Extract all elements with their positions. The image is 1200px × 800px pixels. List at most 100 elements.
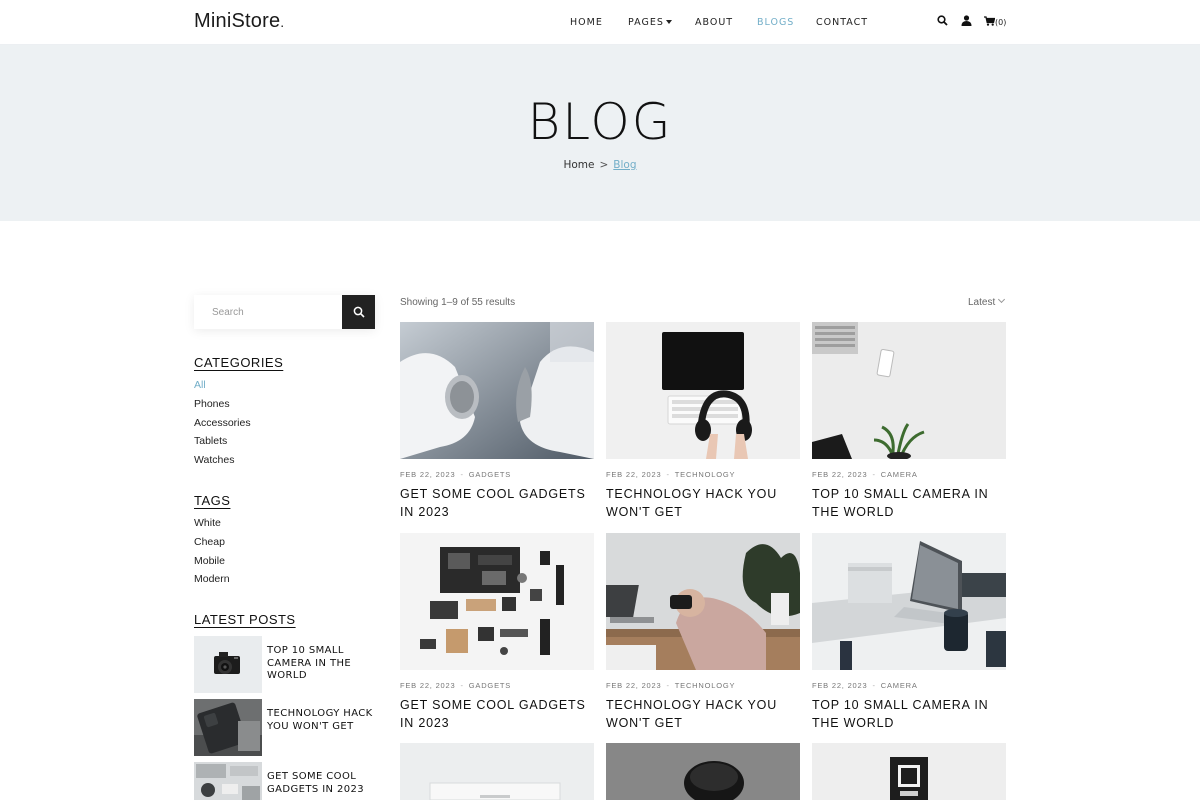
category-item-phones[interactable]: Phones [194,395,251,414]
meta-separator: - [666,681,670,690]
latest-post-thumbnail[interactable] [194,699,262,756]
blog-card-image[interactable] [400,322,594,459]
tags-list: White Cheap Mobile Modern [194,514,230,589]
page-title: BLOG [527,93,673,151]
nav-blogs[interactable]: BLOGS [757,17,794,28]
blog-card: FEB 22, 2023- TECHNOLOGY TECHNOLOGY HACK … [606,533,800,732]
blog-card-title[interactable]: TOP 10 SMALL CAMERA IN THE WORLD [812,485,1006,521]
blog-card-image[interactable] [606,533,800,670]
chevron-down-icon [998,295,1006,304]
tag-item-white[interactable]: White [194,514,230,533]
blog-card-date: FEB 22, 2023 [400,681,456,690]
blog-card-meta: FEB 22, 2023- GADGETS [400,681,594,690]
blog-card [606,743,800,800]
tag-item-cheap[interactable]: Cheap [194,533,230,552]
blog-card-date: FEB 22, 2023 [812,470,868,479]
category-item-watches[interactable]: Watches [194,451,251,470]
category-item-accessories[interactable]: Accessories [194,414,251,433]
meta-separator: - [872,470,876,479]
caret-down-icon [665,20,672,24]
search-box [194,295,375,329]
user-icon[interactable] [961,15,972,26]
breadcrumb-current[interactable]: Blog [613,159,636,171]
blog-card-category[interactable]: GADGETS [469,470,511,479]
sort-label: Latest [968,297,996,308]
blog-card-category[interactable]: TECHNOLOGY [675,470,736,479]
blog-card-image[interactable] [400,533,594,670]
search-icon[interactable] [937,15,948,26]
cart-icon [984,16,995,26]
category-item-tablets[interactable]: Tablets [194,432,251,451]
breadcrumb-home[interactable]: Home [563,159,594,171]
latest-post-title[interactable]: TECHNOLOGY HACK YOU WON'T GET [267,708,377,733]
blog-card-meta: FEB 22, 2023- TECHNOLOGY [606,681,800,690]
blog-card: FEB 22, 2023- TECHNOLOGY TECHNOLOGY HACK … [606,322,800,521]
latest-post-title[interactable]: GET SOME COOL GADGETS IN 2023 [267,771,377,796]
blog-card-category[interactable]: CAMERA [881,681,918,690]
breadcrumb-separator: > [599,159,609,171]
blog-card-title[interactable]: GET SOME COOL GADGETS IN 2023 [400,485,594,521]
latest-post-thumbnail[interactable] [194,636,262,693]
meta-separator: - [666,470,670,479]
categories-list: All Phones Accessories Tablets Watches [194,376,251,470]
nav-pages-label: PAGES [628,17,664,28]
blog-card-date: FEB 22, 2023 [812,681,868,690]
blog-card: FEB 22, 2023- GADGETS GET SOME COOL GADGE… [400,322,594,521]
results-count: Showing 1–9 of 55 results [400,297,516,308]
blog-card-meta: FEB 22, 2023- GADGETS [400,470,594,479]
blog-card-meta: FEB 22, 2023- CAMERA [812,681,1006,690]
blog-card-title[interactable]: GET SOME COOL GADGETS IN 2023 [400,696,594,732]
tags-heading: TAGS [194,493,231,508]
latest-post-thumbnail[interactable] [194,762,262,800]
cart-button[interactable]: (0) [984,15,1012,27]
blog-card-image[interactable] [606,322,800,459]
sort-select[interactable]: Latest [968,295,1006,308]
site-header: MiniStore. HOME PAGES ABOUT BLOGS CONTAC… [0,0,1200,45]
search-input[interactable] [194,295,342,329]
blog-card-meta: FEB 22, 2023- TECHNOLOGY [606,470,800,479]
latest-post-item[interactable]: TECHNOLOGY HACK YOU WON'T GET [194,699,379,756]
blog-card-category[interactable]: GADGETS [469,681,511,690]
header-icons: (0) [937,15,1012,31]
blog-card-category[interactable]: CAMERA [881,470,918,479]
blog-card-meta: FEB 22, 2023- CAMERA [812,470,1006,479]
tag-item-mobile[interactable]: Mobile [194,552,230,571]
nav-pages[interactable]: PAGES [628,17,672,28]
latest-post-item[interactable]: TOP 10 SMALL CAMERA IN THE WORLD [194,636,379,693]
blog-card-category[interactable]: TECHNOLOGY [675,681,736,690]
latest-post-item[interactable]: GET SOME COOL GADGETS IN 2023 [194,762,379,800]
blog-card-title[interactable]: TOP 10 SMALL CAMERA IN THE WORLD [812,696,1006,732]
blog-card-date: FEB 22, 2023 [400,470,456,479]
blog-card-image[interactable] [812,743,1006,800]
tag-item-modern[interactable]: Modern [194,570,230,589]
blog-card: FEB 22, 2023- GADGETS GET SOME COOL GADGE… [400,533,594,732]
blog-card: FEB 22, 2023- CAMERA TOP 10 SMALL CAMERA … [812,322,1006,521]
blog-card-title[interactable]: TECHNOLOGY HACK YOU WON'T GET [606,696,800,732]
search-button[interactable] [342,295,375,329]
meta-separator: - [460,470,464,479]
blog-card-date: FEB 22, 2023 [606,681,662,690]
blog-card [400,743,594,800]
cart-count: (0) [995,18,1007,27]
categories-heading: CATEGORIES [194,355,284,370]
blog-card-image[interactable] [606,743,800,800]
meta-separator: - [460,681,464,690]
latest-posts-heading: LATEST POSTS [194,612,296,627]
meta-separator: - [872,681,876,690]
search-icon [353,306,365,318]
category-item-all[interactable]: All [194,376,251,395]
blog-card-image[interactable] [812,533,1006,670]
site-logo[interactable]: MiniStore. [194,10,284,33]
blog-card-image[interactable] [400,743,594,800]
blog-card-image[interactable] [812,322,1006,459]
blog-card [812,743,1006,800]
blog-card: FEB 22, 2023- CAMERA TOP 10 SMALL CAMERA … [812,533,1006,732]
page-hero: BLOG Home > Blog [0,45,1200,221]
blog-card-date: FEB 22, 2023 [606,470,662,479]
nav-home[interactable]: HOME [570,17,603,28]
blog-card-title[interactable]: TECHNOLOGY HACK YOU WON'T GET [606,485,800,521]
breadcrumb: Home > Blog [0,159,1200,171]
latest-post-title[interactable]: TOP 10 SMALL CAMERA IN THE WORLD [267,645,377,683]
nav-contact[interactable]: CONTACT [816,17,868,28]
nav-about[interactable]: ABOUT [695,17,733,28]
